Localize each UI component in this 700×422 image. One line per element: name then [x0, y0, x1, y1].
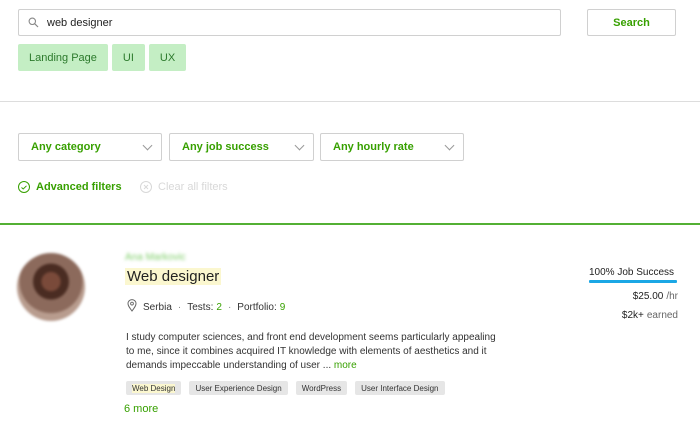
- hourly-rate-dropdown-label: Any hourly rate: [333, 141, 414, 153]
- location-pin-icon: [127, 299, 137, 315]
- category-dropdown-label: Any category: [31, 141, 101, 153]
- job-success-label: 100% Job Success: [589, 267, 675, 278]
- advanced-filters-link[interactable]: Advanced filters: [18, 181, 122, 193]
- search-chips: Landing Page UI UX: [18, 44, 187, 71]
- hourly-rate-value: $25.00: [632, 291, 664, 302]
- job-success-dropdown[interactable]: Any job success: [169, 133, 314, 161]
- job-success-bar: [589, 280, 677, 283]
- skill-tag-label: Web Design: [132, 383, 176, 393]
- portfolio-label: Portfolio:: [237, 301, 277, 313]
- freelancer-title-text: Web designer: [125, 268, 222, 285]
- skill-tag[interactable]: WordPress: [295, 381, 348, 395]
- meta-separator: ·: [227, 301, 232, 313]
- skills-list: Web Design User Experience Design WordPr…: [126, 381, 445, 395]
- tests-label: Tests:: [187, 301, 214, 313]
- description-more-link[interactable]: more: [334, 360, 357, 371]
- description-text: I study computer sciences, and front end…: [126, 332, 496, 371]
- search-icon: [28, 17, 39, 28]
- check-circle-icon: [18, 181, 30, 193]
- chevron-down-icon: [444, 140, 455, 150]
- meta-separator: ·: [177, 301, 182, 313]
- freelancer-meta: Serbia · Tests: 2 · Portfolio: 9: [127, 299, 285, 315]
- chip-landing-page[interactable]: Landing Page: [18, 44, 108, 71]
- hourly-rate: $25.00/hr: [580, 291, 678, 302]
- results-divider: [0, 223, 700, 225]
- more-skills-link[interactable]: 6 more: [124, 403, 158, 415]
- freelancer-description: I study computer sciences, and front end…: [126, 331, 496, 373]
- freelancer-title[interactable]: Web designer: [125, 268, 222, 285]
- chip-ui[interactable]: UI: [111, 44, 145, 71]
- tests-count[interactable]: 2: [216, 302, 222, 313]
- skill-tag[interactable]: User Experience Design: [189, 381, 288, 395]
- hourly-rate-dropdown[interactable]: Any hourly rate: [320, 133, 464, 161]
- hourly-rate-unit: /hr: [666, 291, 678, 302]
- clear-filters-link[interactable]: Clear all filters: [140, 181, 228, 193]
- job-success-dropdown-label: Any job success: [182, 141, 269, 153]
- search-input[interactable]: [47, 16, 527, 29]
- search-box[interactable]: [18, 9, 561, 36]
- advanced-filters-label: Advanced filters: [36, 181, 122, 193]
- chevron-down-icon: [294, 140, 305, 150]
- category-dropdown[interactable]: Any category: [18, 133, 162, 161]
- earned-value: $2k+: [621, 310, 644, 321]
- divider: [0, 101, 700, 102]
- clear-filters-label: Clear all filters: [158, 181, 228, 193]
- avatar[interactable]: [17, 253, 85, 321]
- close-circle-icon: [140, 181, 152, 193]
- total-earned: $2k+ earned: [580, 310, 678, 321]
- chevron-down-icon: [142, 140, 153, 150]
- chip-ux[interactable]: UX: [148, 44, 187, 71]
- portfolio-count[interactable]: 9: [280, 302, 286, 313]
- search-button[interactable]: Search: [587, 9, 676, 36]
- skill-tag[interactable]: User Interface Design: [355, 381, 445, 395]
- freelancer-name[interactable]: Ana Markovic: [125, 252, 186, 263]
- location: Serbia: [143, 301, 172, 313]
- skill-tag[interactable]: Web Design: [126, 381, 182, 395]
- earned-unit: earned: [646, 310, 678, 321]
